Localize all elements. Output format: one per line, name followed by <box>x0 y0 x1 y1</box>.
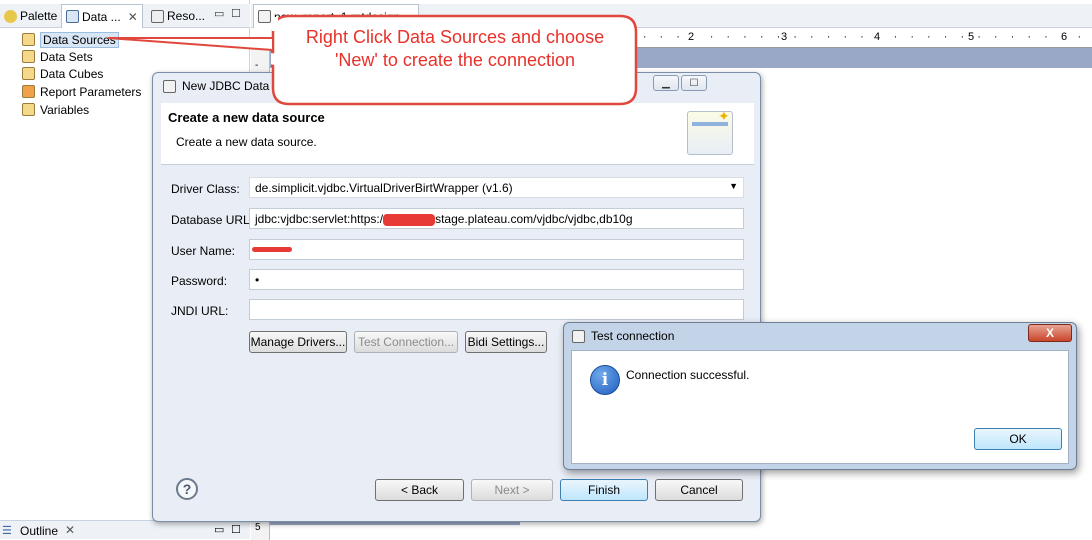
popup-body: i Connection successful. OK <box>571 350 1069 464</box>
data-explorer-icon <box>66 10 79 23</box>
jdbc-icon <box>163 79 176 93</box>
jndi-url-label: JNDI URL: <box>171 304 229 318</box>
close-button[interactable]: X <box>1028 324 1072 342</box>
test-connection-button[interactable]: Test Connection... <box>354 331 458 353</box>
tree-item-variables[interactable]: Variables <box>22 101 89 118</box>
data-sets-icon <box>22 50 35 63</box>
maximize-icon[interactable]: ☐ <box>231 523 241 536</box>
tree-item-data-sets[interactable]: Data Sets <box>22 48 93 65</box>
help-icon[interactable]: ? <box>176 478 198 500</box>
info-icon: i <box>590 365 620 395</box>
next-button[interactable]: Next > <box>471 479 553 501</box>
header-description: Create a new data source. <box>176 135 317 149</box>
redaction-mark <box>252 247 292 252</box>
outline-tab-bar: ☰ Outline ✕ ▭ ☐ <box>0 520 250 539</box>
finish-button[interactable]: Finish <box>560 479 648 501</box>
sparkle-icon: ✦ <box>718 108 730 124</box>
manage-drivers-button[interactable]: Manage Drivers... <box>249 331 347 353</box>
minimize-icon[interactable]: ▭ <box>214 7 224 20</box>
minimize-icon[interactable]: ▭ <box>214 523 224 536</box>
user-name-label: User Name: <box>171 244 236 258</box>
bidi-settings-button[interactable]: Bidi Settings... <box>465 331 547 353</box>
variables-icon <box>22 103 35 116</box>
palette-icon <box>4 9 17 23</box>
back-button[interactable]: < Back <box>375 479 464 501</box>
header-title: Create a new data source <box>168 110 325 125</box>
tree-item-data-cubes[interactable]: Data Cubes <box>22 65 103 82</box>
tab-outline[interactable]: Outline <box>20 524 58 538</box>
tree-item-report-parameters[interactable]: Report Parameters <box>22 83 141 100</box>
close-icon[interactable]: ✕ <box>65 523 75 537</box>
ok-button[interactable]: OK <box>974 428 1062 450</box>
data-cubes-icon <box>22 67 35 80</box>
maximize-icon[interactable]: ☐ <box>231 7 241 20</box>
user-name-field[interactable] <box>249 239 744 260</box>
database-url-field[interactable]: jdbc:vjdbc:servlet:https:/stage.plateau.… <box>249 208 744 229</box>
wizard-banner-icon: ✦ <box>687 108 733 155</box>
jndi-url-field[interactable] <box>249 299 744 320</box>
tab-palette[interactable]: Palette <box>0 4 61 28</box>
callout-pointer <box>107 37 274 52</box>
dialog-header: Create a new data source Create a new da… <box>161 103 754 165</box>
cancel-button[interactable]: Cancel <box>655 479 743 501</box>
database-url-label: Database URL: <box>171 213 254 227</box>
jdbc-icon <box>572 329 585 343</box>
popup-title: Test connection <box>591 329 675 343</box>
maximize-button[interactable]: ☐ <box>681 75 707 91</box>
report-parameters-icon <box>22 85 35 98</box>
test-connection-dialog: Test connection X i Connection successfu… <box>563 322 1077 470</box>
popup-message: Connection successful. <box>626 368 750 382</box>
outline-icon: ☰ <box>2 525 12 537</box>
password-field[interactable]: • <box>249 269 744 290</box>
minimize-button[interactable]: ▁ <box>653 75 679 91</box>
driver-class-label: Driver Class: <box>171 182 240 196</box>
password-label: Password: <box>171 274 228 288</box>
data-sources-icon <box>22 33 35 46</box>
chevron-down-icon: ▼ <box>729 181 738 191</box>
callout-text: Right Click Data Sources and choose 'New… <box>305 27 605 70</box>
redaction-mark <box>383 213 436 226</box>
driver-class-select[interactable]: de.simplicit.vjdbc.VirtualDriverBirtWrap… <box>249 177 744 198</box>
